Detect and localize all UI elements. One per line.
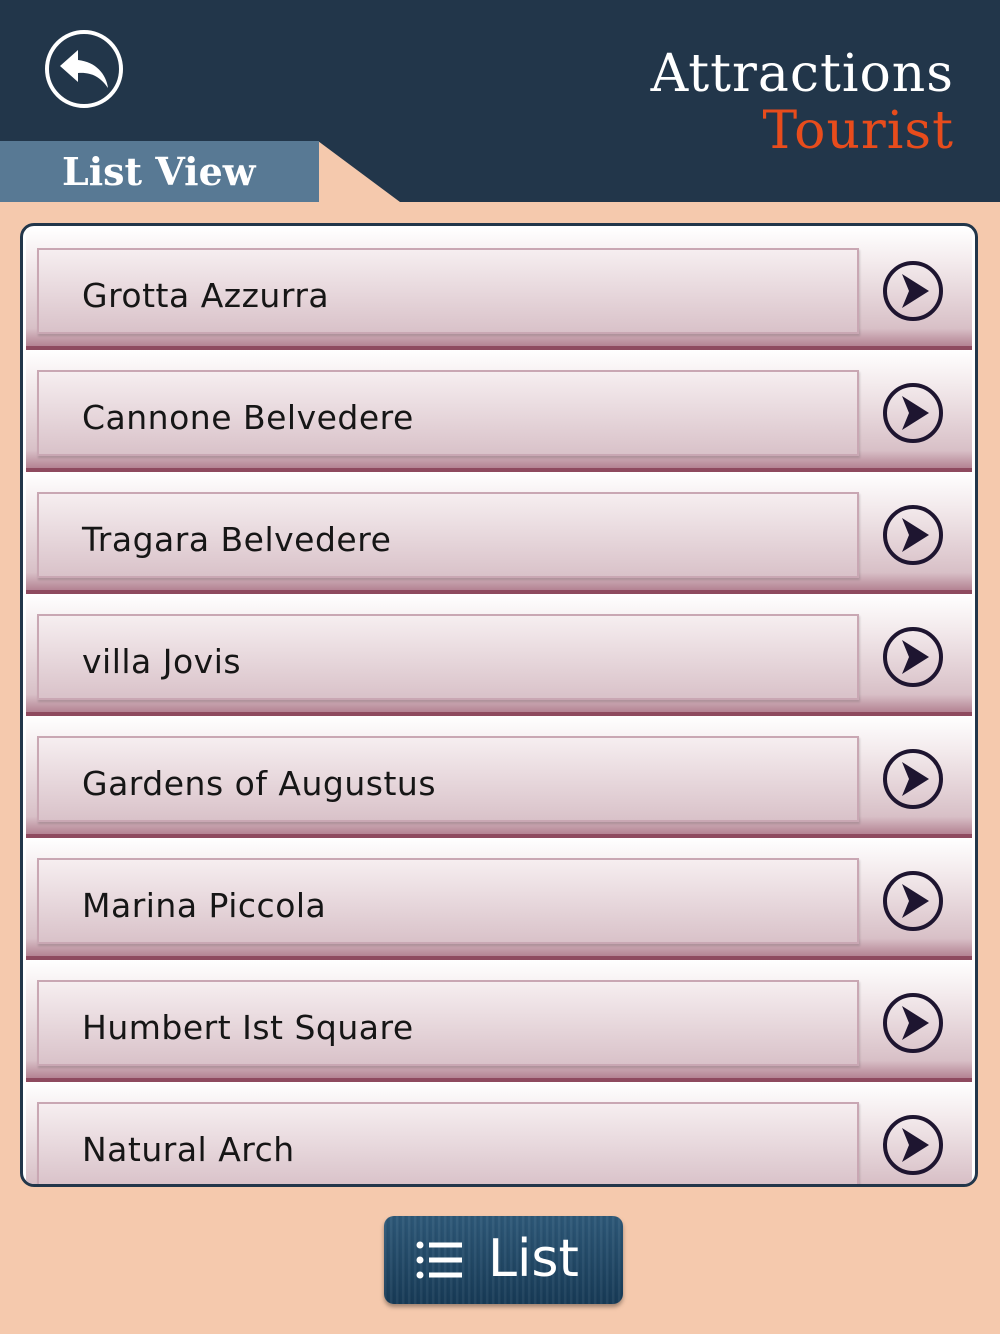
- list-button-label: List: [488, 1229, 579, 1289]
- list-item-label: Marina Piccola: [82, 886, 327, 925]
- tab-slant: [318, 141, 400, 202]
- chevron-right-circle-icon[interactable]: [882, 992, 944, 1054]
- list-icon: [416, 1241, 462, 1279]
- attractions-list[interactable]: Grotta Azzurra Cannone Belvedere Tragara…: [20, 223, 978, 1187]
- title-line-1: Attractions: [650, 44, 954, 104]
- list-item-label: Grotta Azzurra: [82, 276, 330, 315]
- list-button[interactable]: List: [384, 1216, 623, 1304]
- list-item-box: Marina Piccola: [37, 858, 859, 944]
- chevron-right-circle-icon[interactable]: [882, 626, 944, 688]
- chevron-right-circle-icon[interactable]: [882, 1114, 944, 1176]
- list-item[interactable]: Cannone Belvedere: [26, 350, 972, 472]
- title-line-2: Tourist: [762, 101, 954, 161]
- chevron-right-circle-icon[interactable]: [882, 260, 944, 322]
- chevron-right-circle-icon[interactable]: [882, 748, 944, 810]
- list-item-label: Tragara Belvedere: [82, 520, 392, 559]
- back-arrow-icon: [60, 50, 108, 88]
- back-button[interactable]: [45, 30, 123, 108]
- list-item[interactable]: Humbert Ist Square: [26, 960, 972, 1082]
- list-item[interactable]: Gardens of Augustus: [26, 716, 972, 838]
- list-item-label: Humbert Ist Square: [82, 1008, 414, 1047]
- list-item-label: villa Jovis: [82, 642, 242, 681]
- list-item-box: Humbert Ist Square: [37, 980, 859, 1066]
- list-item-box: Tragara Belvedere: [37, 492, 859, 578]
- tab-list-view[interactable]: List View: [0, 141, 400, 202]
- list-item-label: Cannone Belvedere: [82, 398, 414, 437]
- list-item[interactable]: Natural Arch: [26, 1082, 972, 1184]
- list-item[interactable]: Tragara Belvedere: [26, 472, 972, 594]
- chevron-right-circle-icon[interactable]: [882, 504, 944, 566]
- list-item-box: Gardens of Augustus: [37, 736, 859, 822]
- chevron-right-circle-icon[interactable]: [882, 870, 944, 932]
- list-item[interactable]: villa Jovis: [26, 594, 972, 716]
- list-item[interactable]: Grotta Azzurra: [26, 228, 972, 350]
- list-item-box: villa Jovis: [37, 614, 859, 700]
- list-item-label: Natural Arch: [82, 1130, 295, 1169]
- list-item-box: Cannone Belvedere: [37, 370, 859, 456]
- chevron-right-circle-icon[interactable]: [882, 382, 944, 444]
- list-item-label: Gardens of Augustus: [82, 764, 437, 803]
- page-title: Attractions Tourist: [651, 46, 954, 160]
- list-item-box: Grotta Azzurra: [37, 248, 859, 334]
- list-item-box: Natural Arch: [37, 1102, 859, 1184]
- tab-label: List View: [0, 141, 319, 202]
- list-item[interactable]: Marina Piccola: [26, 838, 972, 960]
